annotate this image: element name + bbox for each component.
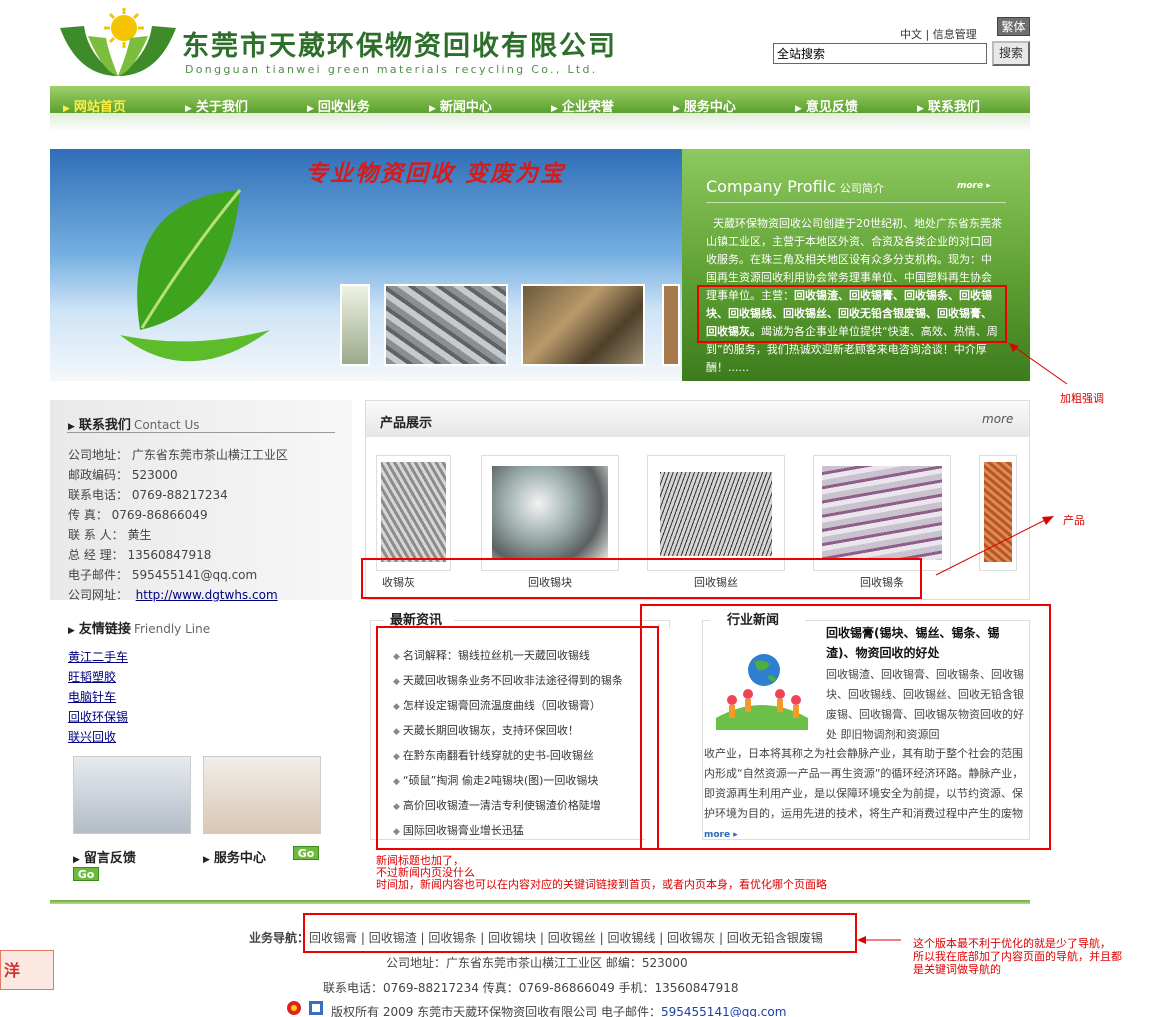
annotation-box-products bbox=[361, 558, 922, 599]
annotation-arrow-icon bbox=[857, 936, 901, 944]
company-name-en: Dongguan tianwei green materials recycli… bbox=[185, 63, 598, 76]
nav-service[interactable]: ▶ 服务中心 bbox=[673, 96, 736, 115]
nav-arrow-icon: ▶ bbox=[307, 104, 314, 114]
triangle-icon: ▶ bbox=[203, 855, 210, 865]
friend-links-title: ▶ 友情链接 Friendly Line bbox=[68, 622, 211, 637]
product-card-1[interactable] bbox=[376, 455, 451, 571]
nav-news[interactable]: ▶ 新闻中心 bbox=[429, 96, 492, 115]
banner-slogan: 专业物资回收 变废为宝 bbox=[305, 161, 566, 187]
search-button[interactable]: 搜索 bbox=[992, 41, 1030, 66]
friend-link-5[interactable]: 联兴回收 bbox=[68, 728, 116, 745]
product-card-2[interactable] bbox=[481, 455, 619, 571]
nav-shadow bbox=[50, 113, 1030, 129]
logo-icon bbox=[60, 8, 176, 76]
contact-title: ▶ 联系我们 Contact Us bbox=[68, 418, 200, 433]
nav-feedback[interactable]: ▶ 意见反馈 bbox=[795, 96, 858, 115]
nav-honor[interactable]: ▶ 企业荣誉 bbox=[551, 96, 614, 115]
nav-arrow-icon: ▶ bbox=[551, 104, 558, 114]
annotation-footer-note-2: 所以我在底部加了内容页面的导航，并且都 bbox=[913, 950, 1122, 963]
contact-phone: 联系电话： 0769-88217234 bbox=[68, 488, 228, 502]
friend-link-1[interactable]: 黄江二手车 bbox=[68, 648, 128, 665]
contact-website: 公司网址： http://www.dgtwhs.com bbox=[68, 588, 278, 602]
contact-email: 电子邮件： 595455141@qq.com bbox=[68, 568, 258, 582]
profile-title: Company Profilc 公司简介 bbox=[706, 177, 884, 196]
annotation-box-industry bbox=[640, 604, 1051, 850]
traditional-chinese-button[interactable]: 繁体 bbox=[997, 17, 1030, 36]
annotation-box-news bbox=[376, 626, 659, 850]
info-manage-link[interactable]: 信息管理 bbox=[933, 28, 977, 41]
footer-address: 公司地址：广东省东莞市茶山横江工业区 邮编：523000 bbox=[386, 956, 688, 970]
banner-photo-4 bbox=[662, 284, 680, 366]
footer-copyright: 版权所有 2009 东莞市天葳环保物资回收有限公司 电子邮件：595455141… bbox=[331, 1005, 787, 1017]
nav-arrow-icon: ▶ bbox=[673, 104, 680, 114]
service-go-button[interactable]: Go bbox=[293, 846, 319, 860]
annotation-footer-note-1: 这个版本最不利于优化的就是少了导航， bbox=[913, 937, 1111, 950]
contact-person: 联 系 人： 黄生 bbox=[68, 528, 152, 542]
page: 东莞市天葳环保物资回收有限公司 Dongguan tianwei green m… bbox=[0, 0, 1151, 1017]
product-card-3[interactable] bbox=[647, 455, 785, 571]
nav-contact[interactable]: ▶ 联系我们 bbox=[917, 96, 980, 115]
nav-arrow-icon: ▶ bbox=[63, 104, 70, 114]
contact-fax: 传 真： 0769-86866049 bbox=[68, 508, 208, 522]
contact-zip: 邮政编码： 523000 bbox=[68, 468, 178, 482]
annotation-arrow-icon bbox=[935, 516, 1054, 576]
footer-phones: 联系电话：0769-88217234 传真：0769-86866049 手机：1… bbox=[323, 981, 739, 995]
footer-nav-label: 业务导航： bbox=[249, 931, 310, 945]
lang-cn-link[interactable]: 中文 bbox=[900, 28, 922, 41]
annotation-news-note-3: 时间加，新闻内容也可以在内容对应的关键词链接到首页，或者内页本身，看优化哪个页面… bbox=[376, 878, 827, 891]
nav-home[interactable]: ▶ 网站首页 bbox=[63, 96, 126, 115]
nav-arrow-icon: ▶ bbox=[795, 104, 802, 114]
nav-arrow-icon: ▶ bbox=[429, 104, 436, 114]
nav-business[interactable]: ▶ 回收业务 bbox=[307, 96, 370, 115]
business-photo bbox=[73, 756, 191, 834]
nav-arrow-icon: ▶ bbox=[185, 104, 192, 114]
banner-photo-3 bbox=[521, 284, 645, 366]
footer-email[interactable]: 595455141@qq.com bbox=[661, 1005, 786, 1017]
contact-address: 公司地址： 广东省东莞市茶山横江工业区 bbox=[68, 448, 288, 462]
top-links: 中文 | 信息管理 bbox=[900, 28, 977, 41]
contact-divider bbox=[67, 432, 335, 433]
annotation-box-footer-nav bbox=[303, 913, 857, 953]
search-input[interactable] bbox=[773, 43, 987, 64]
annotation-arrow-icon bbox=[1009, 343, 1068, 385]
seal-stamp: 洋 bbox=[0, 950, 54, 990]
annotation-box-bold bbox=[697, 285, 1007, 343]
annotation-product-note: 产品 bbox=[1063, 514, 1085, 527]
friend-link-4[interactable]: 回收环保锡 bbox=[68, 708, 128, 725]
banner-photo-1 bbox=[340, 284, 370, 366]
products-more-link[interactable]: more bbox=[982, 412, 1013, 426]
annotation-footer-note-3: 是关键词做导航的 bbox=[913, 963, 1001, 976]
company-name-cn: 东莞市天葳环保物资回收有限公司 bbox=[182, 31, 617, 62]
footer-divider bbox=[50, 900, 1030, 904]
nav-about[interactable]: ▶ 关于我们 bbox=[185, 96, 248, 115]
friend-link-3[interactable]: 电脑针车 bbox=[68, 688, 116, 705]
triangle-icon: ▶ bbox=[68, 422, 75, 432]
triangle-icon: ▶ bbox=[73, 855, 80, 865]
feedback-title[interactable]: ▶ 留言反馈 bbox=[73, 847, 136, 866]
products-header bbox=[366, 401, 1029, 437]
triangle-icon: ▶ bbox=[68, 626, 75, 636]
website-link[interactable]: http://www.dgtwhs.com bbox=[136, 588, 278, 602]
products-title: 产品展示 bbox=[380, 416, 433, 431]
service-title[interactable]: ▶ 服务中心 bbox=[203, 847, 266, 866]
nav-arrow-icon: ▶ bbox=[917, 104, 924, 114]
feedback-go-button[interactable]: Go bbox=[73, 867, 99, 881]
badge-icon bbox=[309, 1001, 323, 1015]
leaf-image bbox=[120, 189, 270, 362]
banner-photo-2 bbox=[384, 284, 508, 366]
emblem-icon bbox=[287, 1001, 301, 1015]
friend-link-2[interactable]: 旺韬塑胶 bbox=[68, 668, 116, 685]
service-photo bbox=[203, 756, 321, 834]
profile-divider bbox=[706, 202, 1006, 203]
profile-more-link[interactable]: more ▸ bbox=[957, 181, 991, 191]
annotation-bold-note: 加粗强调 bbox=[1060, 392, 1104, 405]
contact-manager: 总 经 理： 13560847918 bbox=[68, 548, 212, 562]
product-card-4[interactable] bbox=[813, 455, 951, 571]
